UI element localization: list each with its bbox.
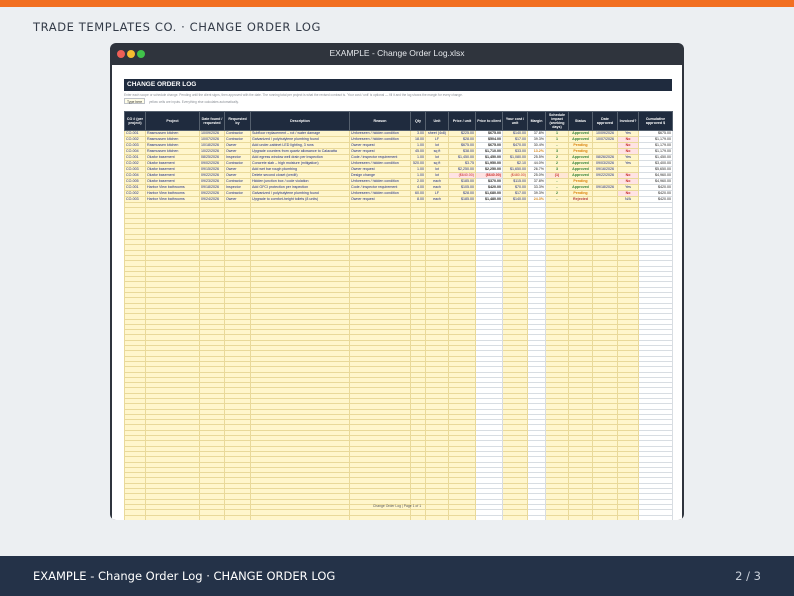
empty-cell[interactable] <box>568 514 593 520</box>
column-header[interactable]: Margin <box>527 111 546 131</box>
table-cell[interactable]: 09/16/2026 <box>592 166 618 173</box>
column-header[interactable]: Reason <box>349 111 411 131</box>
empty-cell[interactable] <box>425 514 449 520</box>
table-cell[interactable]: 09/22/2026 <box>592 172 618 179</box>
bottom-banner: EXAMPLE - Change Order Log · CHANGE ORDE… <box>0 556 794 596</box>
column-header[interactable]: Description <box>250 111 350 131</box>
empty-cell[interactable] <box>592 514 618 520</box>
empty-table-row <box>124 514 673 520</box>
column-header[interactable]: Price / unit <box>448 111 476 131</box>
empty-cell[interactable] <box>638 514 673 520</box>
column-header[interactable]: Cumulative approved $ <box>638 111 673 131</box>
table-cell[interactable]: 10/09/2026 <box>592 130 618 137</box>
empty-cell[interactable] <box>545 514 569 520</box>
empty-cell[interactable] <box>502 514 528 520</box>
column-header[interactable]: Unit <box>425 111 449 131</box>
column-header[interactable]: Price to client <box>475 111 503 131</box>
input-legend-note: yellow cells are inputs. Everything else… <box>149 99 239 104</box>
empty-cell[interactable] <box>145 514 200 520</box>
empty-cell[interactable] <box>527 514 546 520</box>
table-cell[interactable]: Upgrade counters from quartz allowance t… <box>250 148 350 155</box>
column-header[interactable]: CO # (per project) <box>124 111 146 131</box>
column-header[interactable]: Date approved <box>592 111 618 131</box>
table-cell[interactable]: 09/03/2026 <box>592 160 618 167</box>
empty-cell[interactable] <box>448 514 476 520</box>
table-cell[interactable]: sheet (4x8) <box>425 130 449 137</box>
table-header-row: CO # (per project) Project Date found / re… <box>124 111 673 131</box>
sheet-page: CHANGE ORDER LOG Enter each scope or sch… <box>112 65 682 520</box>
brand-title: TRADE TEMPLATES CO. · CHANGE ORDER LOG <box>33 20 322 34</box>
sheet-footer: Change Order Log | Page 1 of 1 <box>372 504 422 508</box>
column-header[interactable]: Your cost / unit <box>502 111 528 131</box>
column-header[interactable]: Schedule impact (working days) <box>545 111 569 131</box>
table-cell[interactable]: 520.00 <box>410 160 426 167</box>
page-indicator: 2 / 3 <box>735 569 761 583</box>
column-header[interactable]: Project <box>145 111 200 131</box>
table-cell[interactable]: 10/07/2026 <box>592 136 618 143</box>
instructions-note: Enter each scope or schedule change. Pen… <box>124 93 463 97</box>
column-header[interactable]: Status <box>568 111 593 131</box>
empty-cell[interactable] <box>124 514 146 520</box>
table-cell[interactable]: 09/18/2026 <box>592 184 618 191</box>
empty-cell[interactable] <box>410 514 426 520</box>
spreadsheet-window: EXAMPLE - Change Order Log.xlsx CHANGE O… <box>110 43 684 520</box>
input-legend-chip: Type here <box>124 98 146 104</box>
banner-title: EXAMPLE - Change Order Log · CHANGE ORDE… <box>33 569 336 583</box>
change-order-table: CO # (per project) Project Date found / re… <box>124 111 673 520</box>
sheet-title: CHANGE ORDER LOG <box>124 79 672 91</box>
empty-cell[interactable] <box>250 514 350 520</box>
column-header[interactable]: Qty <box>410 111 426 131</box>
empty-cell[interactable] <box>199 514 225 520</box>
empty-cell[interactable] <box>475 514 503 520</box>
empty-cell[interactable] <box>617 514 639 520</box>
column-header[interactable]: Requested by <box>224 111 251 131</box>
window-title: EXAMPLE - Change Order Log.xlsx <box>329 48 465 58</box>
empty-cell[interactable] <box>349 514 411 520</box>
column-header[interactable]: Invoiced? <box>617 111 639 131</box>
column-header[interactable]: Date found / requested <box>199 111 225 131</box>
accent-top-bar <box>0 0 794 7</box>
empty-cell[interactable] <box>224 514 251 520</box>
table-cell[interactable]: 08/26/2026 <box>592 154 618 161</box>
window-titlebar[interactable]: EXAMPLE - Change Order Log.xlsx <box>110 43 684 65</box>
